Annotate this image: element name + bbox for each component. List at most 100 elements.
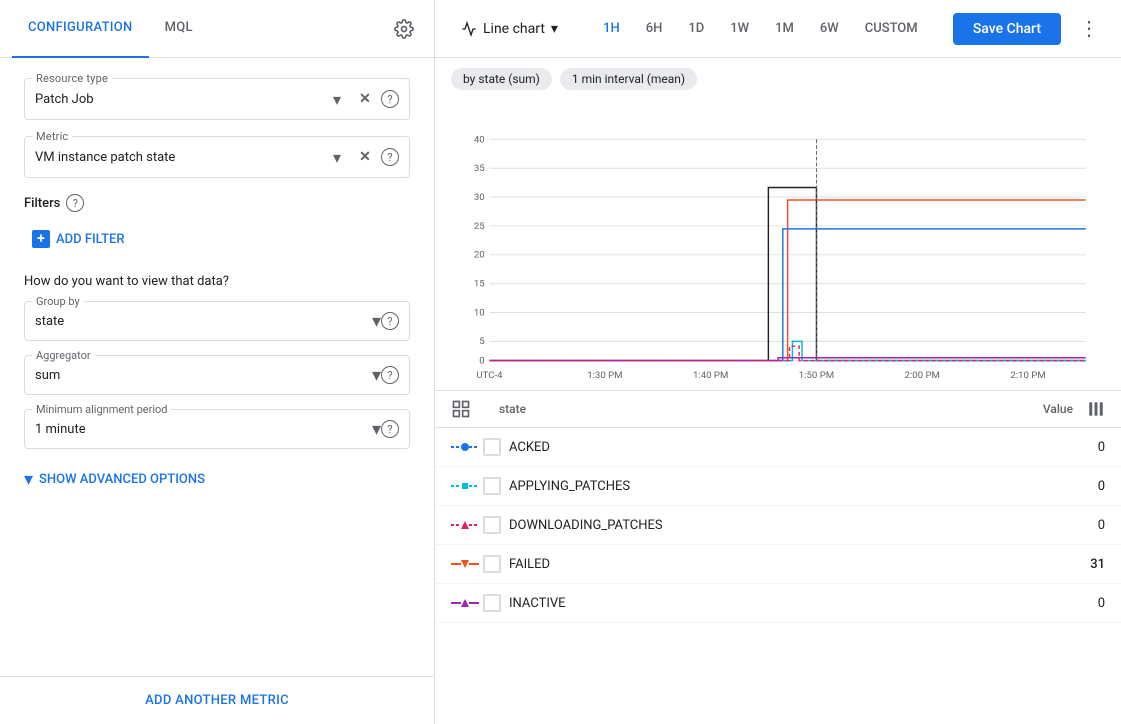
svg-text:15: 15 xyxy=(474,279,485,290)
legend-checkbox-inactive[interactable] xyxy=(483,594,501,612)
legend-state-name-applying: APPLYING_PATCHES xyxy=(509,479,1045,494)
legend-grid-icon[interactable] xyxy=(451,399,471,419)
data-view-title: How do you want to view that data? xyxy=(24,274,410,289)
svg-text:2:00 PM: 2:00 PM xyxy=(905,370,940,381)
svg-text:30: 30 xyxy=(474,192,485,203)
acked-line-icon xyxy=(451,441,479,453)
filters-row: Filters ? xyxy=(24,194,410,212)
filters-help-icon[interactable]: ? xyxy=(66,194,84,212)
time-btn-6w[interactable]: 6W xyxy=(808,16,851,41)
columns-icon xyxy=(1087,400,1105,418)
resource-type-value: Patch Job xyxy=(35,92,325,107)
chart-type-button[interactable]: Line chart ▾ xyxy=(451,15,568,43)
legend-row-failed[interactable]: FAILED 31 xyxy=(435,545,1121,584)
time-btn-custom[interactable]: CUSTOM xyxy=(853,16,930,41)
group-by-value: state xyxy=(35,314,372,329)
resource-type-dropdown-icon[interactable]: ▾ xyxy=(325,87,349,111)
svg-text:UTC-4: UTC-4 xyxy=(476,370,503,381)
aggregator-dropdown-icon: ▾ xyxy=(372,365,381,386)
filter-chip-1[interactable]: 1 min interval (mean) xyxy=(560,68,697,90)
aggregator-value: sum xyxy=(35,368,372,383)
legend-table: state Value ACKED xyxy=(435,390,1121,623)
legend-line-acked xyxy=(451,441,483,453)
tab-configuration[interactable]: CONFIGURATION xyxy=(12,0,149,58)
chart-filters-row: by state (sum) 1 min interval (mean) xyxy=(435,58,1121,100)
svg-text:25: 25 xyxy=(474,221,485,232)
svg-text:40: 40 xyxy=(474,134,485,145)
metric-label: Metric xyxy=(32,130,72,143)
legend-line-downloading xyxy=(451,519,483,531)
downloading-line-icon xyxy=(451,519,479,531)
legend-line-inactive xyxy=(451,597,483,609)
metric-field: Metric VM instance patch state ▾ ✕ ? xyxy=(24,136,410,178)
add-filter-label: ADD FILTER xyxy=(56,232,125,247)
add-metric-label: ADD ANOTHER METRIC xyxy=(145,693,289,708)
metric-clear-icon[interactable]: ✕ xyxy=(353,145,377,169)
svg-text:35: 35 xyxy=(474,163,485,174)
left-panel-header: CONFIGURATION MQL xyxy=(0,0,434,58)
add-metric-footer[interactable]: ADD ANOTHER METRIC xyxy=(0,676,434,724)
advanced-options-toggle[interactable]: ▾ SHOW ADVANCED OPTIONS xyxy=(24,463,410,496)
legend-row-inactive[interactable]: INACTIVE 0 xyxy=(435,584,1121,623)
time-btn-6h[interactable]: 6H xyxy=(634,16,675,41)
left-panel-body: Resource type Patch Job ▾ ✕ ? Metric VM … xyxy=(0,58,434,676)
legend-state-name-inactive: INACTIVE xyxy=(509,596,1045,611)
legend-columns-button[interactable] xyxy=(1073,400,1105,418)
legend-checkbox-failed[interactable] xyxy=(483,555,501,573)
group-by-help-icon[interactable]: ? xyxy=(381,312,399,330)
legend-state-name-failed: FAILED xyxy=(509,557,1045,572)
legend-icon-cell xyxy=(451,399,499,419)
svg-text:1:30 PM: 1:30 PM xyxy=(587,370,622,381)
time-period-buttons: 1H 6H 1D 1W 1M 6W CUSTOM xyxy=(580,16,941,41)
chart-type-dropdown-icon: ▾ xyxy=(551,21,558,37)
legend-row-acked[interactable]: ACKED 0 xyxy=(435,428,1121,467)
legend-value-failed: 31 xyxy=(1045,557,1105,572)
inactive-line-icon xyxy=(451,597,479,609)
time-btn-1m[interactable]: 1M xyxy=(763,16,806,41)
metric-input[interactable]: VM instance patch state ▾ ✕ ? xyxy=(24,136,410,178)
metric-dropdown-icon[interactable]: ▾ xyxy=(325,145,349,169)
legend-header: state Value xyxy=(435,391,1121,428)
svg-text:20: 20 xyxy=(474,250,485,261)
svg-text:0: 0 xyxy=(479,355,484,366)
time-btn-1h[interactable]: 1H xyxy=(591,16,632,41)
legend-checkbox-downloading[interactable] xyxy=(483,516,501,534)
svg-text:2:10 PM: 2:10 PM xyxy=(1010,370,1045,381)
save-chart-button[interactable]: Save Chart xyxy=(953,13,1061,45)
metric-icons: ▾ ✕ ? xyxy=(325,145,399,169)
legend-value-applying: 0 xyxy=(1045,479,1105,494)
aggregator-help-icon[interactable]: ? xyxy=(381,366,399,384)
more-options-button[interactable]: ⋮ xyxy=(1073,13,1105,45)
resource-type-clear-icon[interactable]: ✕ xyxy=(353,87,377,111)
more-options-icon: ⋮ xyxy=(1079,16,1099,41)
legend-row-downloading[interactable]: DOWNLOADING_PATCHES 0 xyxy=(435,506,1121,545)
add-filter-button[interactable]: + ADD FILTER xyxy=(24,224,410,254)
legend-state-header: state xyxy=(499,402,1013,416)
legend-checkbox-acked[interactable] xyxy=(483,438,501,456)
legend-value-downloading: 0 xyxy=(1045,518,1105,533)
tab-mql[interactable]: MQL xyxy=(149,0,209,58)
min-alignment-help-icon[interactable]: ? xyxy=(381,420,399,438)
time-btn-1d[interactable]: 1D xyxy=(676,16,716,41)
left-panel: CONFIGURATION MQL Resource type Patch Jo… xyxy=(0,0,435,724)
advanced-options-label: SHOW ADVANCED OPTIONS xyxy=(39,472,205,487)
legend-checkbox-applying[interactable] xyxy=(483,477,501,495)
legend-value-inactive: 0 xyxy=(1045,596,1105,611)
min-alignment-field: Minimum alignment period 1 minute ▾ ? xyxy=(24,409,410,449)
settings-button[interactable] xyxy=(386,11,422,47)
failed-line-icon xyxy=(451,558,479,570)
svg-text:1:50 PM: 1:50 PM xyxy=(799,370,834,381)
metric-help-icon[interactable]: ? xyxy=(381,148,399,166)
group-by-field: Group by state ▾ ? xyxy=(24,301,410,341)
min-alignment-value: 1 minute xyxy=(35,422,372,437)
svg-text:1:40 PM: 1:40 PM xyxy=(693,370,728,381)
resource-type-field: Resource type Patch Job ▾ ✕ ? xyxy=(24,78,410,120)
right-panel: Line chart ▾ 1H 6H 1D 1W 1M 6W CUSTOM Sa… xyxy=(435,0,1121,724)
filter-chip-0[interactable]: by state (sum) xyxy=(451,68,552,90)
legend-row-applying[interactable]: APPLYING_PATCHES 0 xyxy=(435,467,1121,506)
time-btn-1w[interactable]: 1W xyxy=(718,16,761,41)
chart-svg: 40 35 30 25 20 15 10 5 0 UTC-4 1:30 PM 1… xyxy=(451,110,1105,390)
resource-type-icons: ▾ ✕ ? xyxy=(325,87,399,111)
resource-type-help-icon[interactable]: ? xyxy=(381,90,399,108)
chevron-down-icon: ▾ xyxy=(24,469,33,490)
